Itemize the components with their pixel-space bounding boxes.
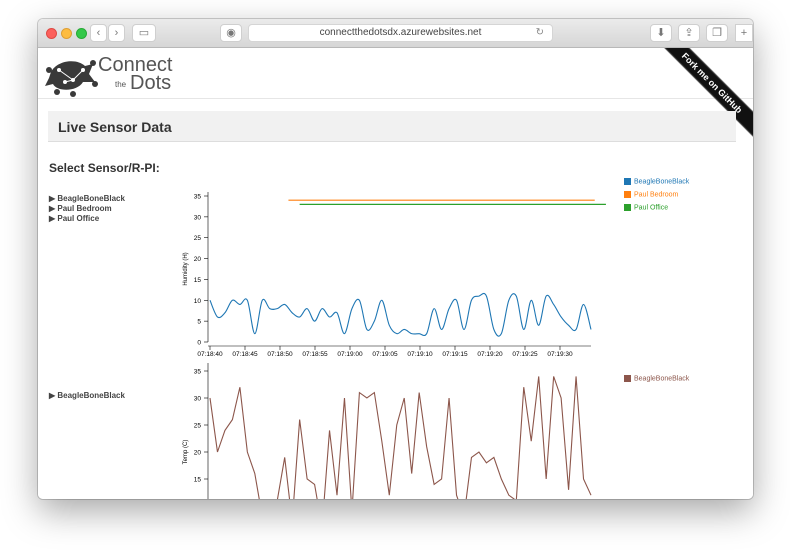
new-tab-button[interactable]: + [735, 24, 753, 42]
tabs-button[interactable]: ❐ [706, 24, 728, 42]
y-tick-label: 30 [194, 214, 202, 221]
page-content: Connect the Dots Fork me on GitHub Live … [38, 48, 753, 499]
x-tick-label: 07:18:45 [232, 351, 258, 358]
y-tick-label: 20 [194, 256, 202, 263]
legend-item-beaglebone-temp: BeagleBoneBlack [624, 375, 689, 382]
sidebar-toggle-button[interactable]: ▭ [132, 24, 156, 42]
address-bar[interactable]: connectthedotsdx.azurewebsites.net ↻ [248, 24, 553, 42]
y-tick-label: 10 [194, 298, 202, 305]
humidity-chart: 0 5 10 15 20 25 30 35 07:18:40 07:18:45 07:18:50 07… [183, 192, 606, 499]
x-tick-label: 07:19:15 [442, 351, 468, 358]
legend-swatch [624, 191, 631, 198]
legend-item-beaglebone: BeagleBoneBlack [624, 178, 689, 185]
x-tick-label: 07:18:55 [302, 351, 328, 358]
x-tick-label: 07:19:25 [512, 351, 538, 358]
reload-icon[interactable]: ↻ [536, 25, 544, 41]
series-line-beagleboneblack [209, 292, 592, 337]
y-tick-label: 25 [194, 235, 202, 242]
y-tick-label: 35 [194, 194, 202, 201]
y-tick-label: 35 [194, 369, 202, 376]
y-axis-label-temp: Temp (C) [183, 440, 189, 465]
legend-swatch [624, 204, 631, 211]
forward-button[interactable]: › [108, 24, 125, 42]
legend-item-paul-bedroom: Paul Bedroom [624, 191, 678, 198]
browser-window: ‹ › ▭ ◉ connectthedotsdx.azurewebsites.n… [38, 19, 753, 499]
x-tick-label: 07:19:10 [407, 351, 433, 358]
legend-swatch [624, 375, 631, 382]
x-tick-label: 07:19:05 [372, 351, 398, 358]
reader-button[interactable]: ◉ [220, 24, 242, 42]
share-icon: ⇪ [684, 27, 694, 39]
x-tick-label: 07:19:00 [337, 351, 363, 358]
y-axis-label: Humidity (H) [183, 252, 189, 285]
y-tick-label: 0 [197, 340, 201, 347]
y-tick-label: 15 [194, 277, 202, 284]
zoom-window-button[interactable] [76, 28, 87, 39]
x-tick-label: 07:19:20 [477, 351, 503, 358]
legend-item-paul-office: Paul Office [624, 204, 668, 211]
x-tick-label: 07:18:50 [267, 351, 293, 358]
minimize-window-button[interactable] [61, 28, 72, 39]
y-tick-label: 15 [194, 477, 202, 484]
share-button[interactable]: ⇪ [678, 24, 700, 42]
x-tick-label: 07:18:40 [197, 351, 223, 358]
series-line-beagleboneblack-temp [209, 376, 592, 499]
y-tick-label: 20 [194, 450, 202, 457]
back-button[interactable]: ‹ [90, 24, 107, 42]
y-tick-label: 30 [194, 396, 202, 403]
legend-swatch [624, 178, 631, 185]
x-tick-label: 07:19:30 [547, 351, 573, 358]
plus-icon: + [740, 27, 748, 39]
downloads-button[interactable]: ⬇ [650, 24, 672, 42]
y-tick-label: 5 [197, 319, 201, 326]
close-window-button[interactable] [46, 28, 57, 39]
tabs-icon: ❐ [712, 27, 722, 39]
shield-icon: ◉ [226, 27, 236, 39]
y-tick-label: 25 [194, 423, 202, 430]
url-text: connectthedotsdx.azurewebsites.net [319, 27, 482, 38]
browser-toolbar: ‹ › ▭ ◉ connectthedotsdx.azurewebsites.n… [38, 19, 753, 48]
sidebar-icon: ▭ [138, 27, 150, 39]
download-icon: ⬇ [656, 27, 666, 39]
